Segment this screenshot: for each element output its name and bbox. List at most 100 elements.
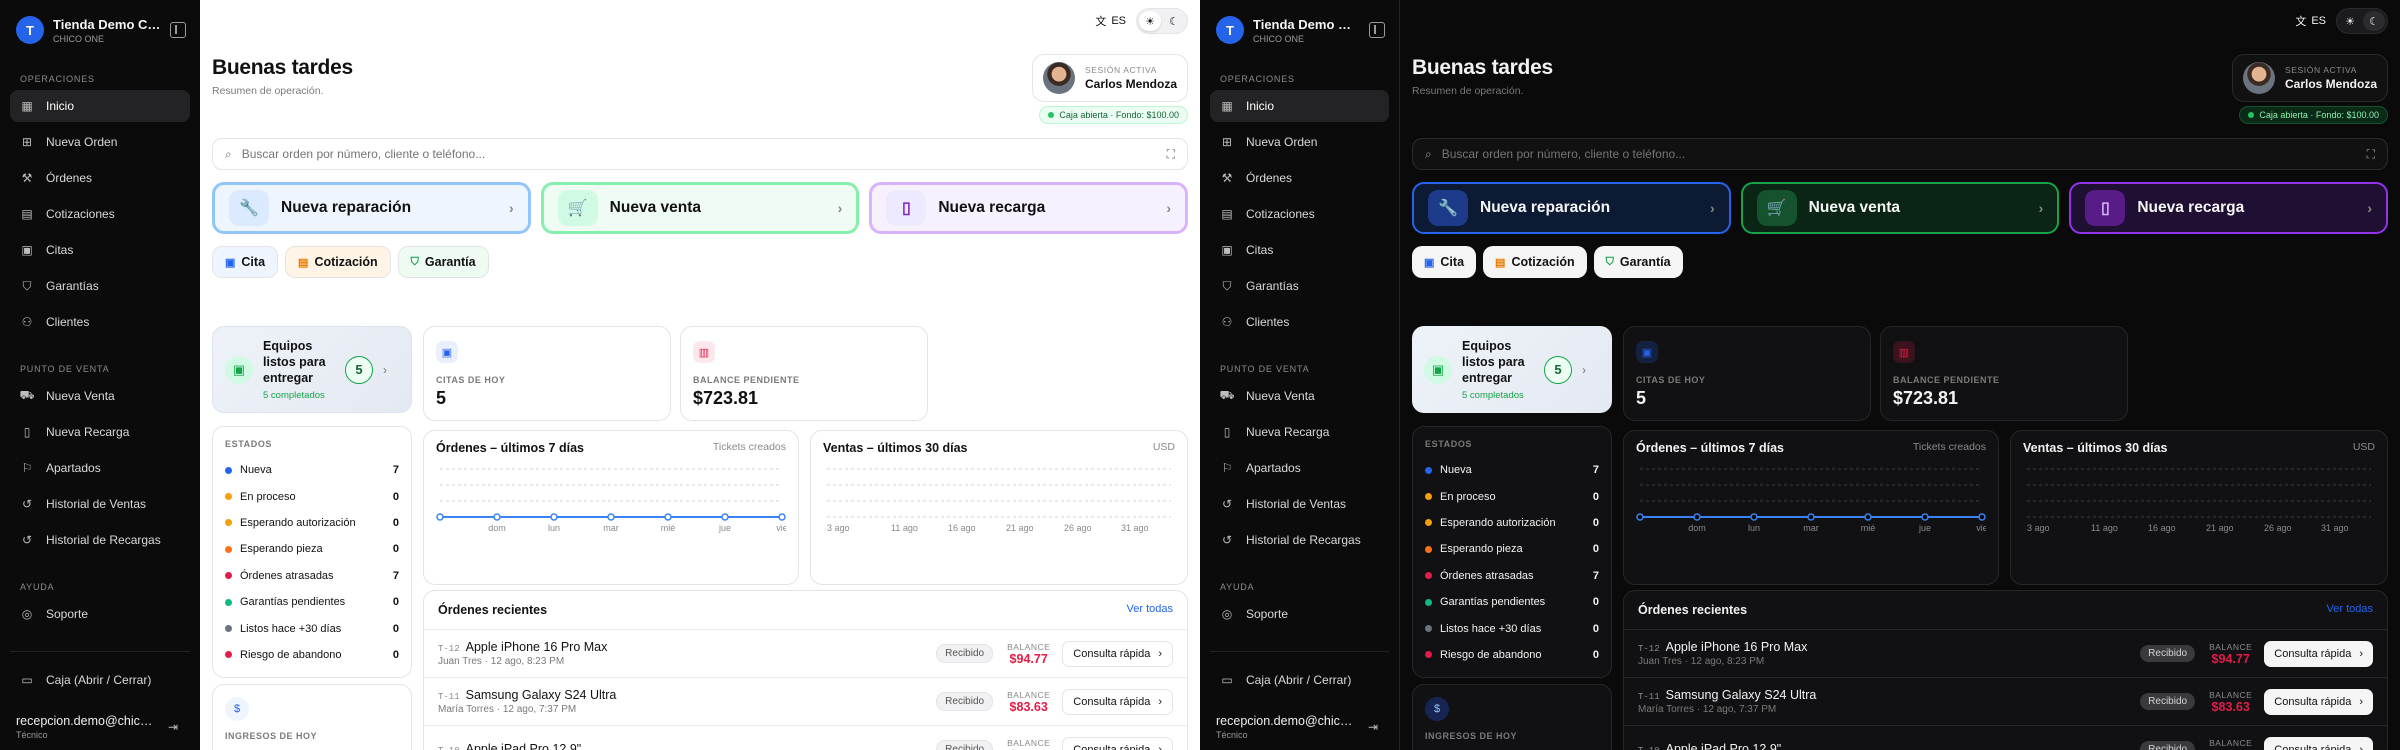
table-row[interactable]: T-11 Samsung Galaxy S24 Ultra María Torres… (1624, 677, 2387, 725)
sidebar-item-nueva-venta[interactable]: ⛟ Nueva Venta (10, 380, 190, 412)
garantia-button[interactable]: ⛉ Garantía (1593, 246, 1683, 278)
nueva-venta-button[interactable]: 🛒 Nueva venta › (1740, 182, 2060, 234)
quick-view-button[interactable]: Consulta rápida › (1062, 688, 1173, 715)
caja-button[interactable]: ▭ Caja (Abrir / Cerrar) (1216, 664, 1385, 696)
sidebar-item-historial-de-recargas[interactable]: ↺ Historial de Recargas (1210, 524, 1389, 556)
theme-toggle[interactable]: ☀ ☾ (1136, 8, 1188, 34)
ingresos-card[interactable]: $ INGRESOS DE HOY (1412, 684, 1612, 750)
quick-view-button[interactable]: Consulta rápida › (1062, 736, 1173, 750)
status-row-en-proceso[interactable]: En proceso 0 (1425, 483, 1599, 509)
cotizacion-button[interactable]: ▤ Cotización (1483, 246, 1587, 278)
sidebar-item-inicio[interactable]: ▦ Inicio (10, 90, 190, 122)
status-row-esperando-pieza[interactable]: Esperando pieza 0 (1425, 536, 1599, 562)
view-all-link[interactable]: Ver todas (1127, 603, 1173, 617)
sidebar-item-citas[interactable]: ▣ Citas (10, 234, 190, 266)
table-row[interactable]: T-10 Apple iPad Pro 12.9" Recibido BALANCE$… (424, 725, 1187, 750)
status-row-en-proceso[interactable]: En proceso 0 (225, 483, 399, 509)
nueva-recarga-button[interactable]: ▯ Nueva recarga › (2069, 182, 2389, 234)
moon-icon[interactable]: ☾ (1163, 11, 1185, 31)
scan-icon[interactable]: ⛶ (2367, 147, 2375, 162)
sidebar-item-nueva-orden[interactable]: ⊞ Nueva Orden (10, 126, 190, 158)
sidebar-item-inicio[interactable]: ▦ Inicio (1210, 90, 1389, 122)
table-row[interactable]: T-11 Samsung Galaxy S24 Ultra María Torres… (424, 677, 1187, 725)
quick-view-button[interactable]: Consulta rápida › (2264, 736, 2373, 750)
ingresos-card[interactable]: $ INGRESOS DE HOY (212, 684, 412, 750)
user-profile[interactable]: recepcion.demo@chicoone.com Técnico ⇥ (1216, 700, 1385, 740)
session-card[interactable]: SESIÓN ACTIVA Carlos Mendoza (1031, 54, 1188, 102)
garantia-button[interactable]: ⛉ Garantía (397, 246, 489, 278)
nueva-recarga-button[interactable]: ▯ Nueva recarga › (869, 182, 1189, 234)
sidebar-item-nueva-recarga[interactable]: ▯ Nueva Recarga (1210, 416, 1389, 448)
search-input[interactable] (1441, 147, 2357, 161)
nueva-venta-button[interactable]: 🛒 Nueva venta › (540, 182, 860, 234)
sidebar-item-soporte[interactable]: ◎ Soporte (1210, 598, 1389, 630)
theme-toggle[interactable]: ☀ ☾ (2336, 8, 2388, 34)
quick-view-button[interactable]: Consulta rápida › (2264, 688, 2373, 715)
language-switch[interactable]: 文 ES (2295, 13, 2326, 29)
kpi-citas-hoy[interactable]: ▣ CITAS DE HOY 5 (1623, 326, 1871, 421)
quick-view-button[interactable]: Consulta rápida › (2264, 640, 2373, 667)
ready-to-deliver-card[interactable]: ▣ Equipos listos para entregar 5 complet… (212, 326, 412, 413)
status-row-nueva[interactable]: Nueva 7 (1425, 457, 1599, 483)
status-row-nueva[interactable]: Nueva 7 (225, 457, 399, 483)
sun-icon[interactable]: ☀ (1139, 11, 1161, 31)
logout-icon[interactable]: ⇥ (1368, 720, 1378, 734)
sidebar-item-garantias[interactable]: ⛉ Garantías (1210, 270, 1389, 302)
sidebar-item-nueva-venta[interactable]: ⛟ Nueva Venta (1210, 380, 1389, 412)
sidebar-item-citas[interactable]: ▣ Citas (1210, 234, 1389, 266)
ready-to-deliver-card[interactable]: ▣ Equipos listos para entregar 5 complet… (1412, 326, 1612, 413)
sidebar-item-cotizaciones[interactable]: ▤ Cotizaciones (1210, 198, 1389, 230)
store-header[interactable]: T Tienda Demo Celulares CHICO ONE (1210, 16, 1389, 66)
nueva-reparacion-button[interactable]: 🔧 Nueva reparación › (212, 182, 531, 234)
logout-icon[interactable]: ⇥ (168, 720, 178, 734)
sidebar-item-apartados[interactable]: ⚐ Apartados (1210, 452, 1389, 484)
sidebar-item-clientes[interactable]: ⚇ Clientes (1210, 306, 1389, 338)
sidebar-item-historial-de-ventas[interactable]: ↺ Historial de Ventas (10, 488, 190, 520)
sidebar-item-nueva-orden[interactable]: ⊞ Nueva Orden (1210, 126, 1389, 158)
sun-icon[interactable]: ☀ (2339, 11, 2361, 31)
status-row-esperando-pieza[interactable]: Esperando pieza 0 (225, 536, 399, 562)
store-header[interactable]: T Tienda Demo Celulares CHICO ONE (10, 16, 190, 66)
sidebar-item-clientes[interactable]: ⚇ Clientes (10, 306, 190, 338)
table-row[interactable]: T-10 Apple iPad Pro 12.9" Recibido BALANCE$… (1624, 725, 2387, 750)
order-search[interactable]: ⌕ ⛶ (212, 138, 1188, 170)
sidebar-item-garantias[interactable]: ⛉ Garantías (10, 270, 190, 302)
moon-icon[interactable]: ☾ (2363, 11, 2385, 31)
cita-button[interactable]: ▣ Cita (212, 246, 279, 278)
sidebar-item-cotizaciones[interactable]: ▤ Cotizaciones (10, 198, 190, 230)
kpi-balance-pendiente[interactable]: ▥ BALANCE PENDIENTE $723.81 (680, 326, 928, 421)
user-profile[interactable]: recepcion.demo@chicoone.com Técnico ⇥ (16, 700, 186, 740)
status-row-listos-hace-30-dias[interactable]: Listos hace +30 días 0 (1425, 615, 1599, 641)
sidebar-item-historial-de-recargas[interactable]: ↺ Historial de Recargas (10, 524, 190, 556)
cotizacion-button[interactable]: ▤ Cotización (285, 246, 391, 278)
caja-button[interactable]: ▭ Caja (Abrir / Cerrar) (16, 664, 186, 696)
cita-button[interactable]: ▣ Cita (1412, 246, 1477, 278)
sidebar-item-soporte[interactable]: ◎ Soporte (10, 598, 190, 630)
sidebar-collapse-icon[interactable] (1369, 22, 1385, 38)
status-row-riesgo-de-abandono[interactable]: Riesgo de abandono 0 (1425, 642, 1599, 668)
sidebar-item-historial-de-ventas[interactable]: ↺ Historial de Ventas (1210, 488, 1389, 520)
status-row-garantias-pendientes[interactable]: Garantías pendientes 0 (225, 589, 399, 615)
session-card[interactable]: SESIÓN ACTIVA Carlos Mendoza (2231, 54, 2388, 102)
search-input[interactable] (241, 147, 1157, 161)
language-switch[interactable]: 文 ES (1095, 13, 1126, 29)
table-row[interactable]: T-12 Apple iPhone 16 Pro Max Juan Tres · 1… (1624, 629, 2387, 677)
kpi-citas-hoy[interactable]: ▣ CITAS DE HOY 5 (423, 326, 671, 421)
status-row-riesgo-de-abandono[interactable]: Riesgo de abandono 0 (225, 642, 399, 668)
table-row[interactable]: T-12 Apple iPhone 16 Pro Max Juan Tres · 1… (424, 629, 1187, 677)
sidebar-item-apartados[interactable]: ⚐ Apartados (10, 452, 190, 484)
quick-view-button[interactable]: Consulta rápida › (1062, 640, 1173, 667)
sidebar-collapse-icon[interactable] (170, 22, 186, 38)
order-search[interactable]: ⌕ ⛶ (1412, 138, 2388, 170)
scan-icon[interactable]: ⛶ (1167, 147, 1175, 162)
status-row-garantias-pendientes[interactable]: Garantías pendientes 0 (1425, 589, 1599, 615)
sidebar-item-ordenes[interactable]: ⚒ Órdenes (10, 162, 190, 194)
status-row-listos-hace-30-dias[interactable]: Listos hace +30 días 0 (225, 615, 399, 641)
status-row-esperando-autorizacion[interactable]: Esperando autorización 0 (225, 510, 399, 536)
sidebar-item-ordenes[interactable]: ⚒ Órdenes (1210, 162, 1389, 194)
sidebar-item-nueva-recarga[interactable]: ▯ Nueva Recarga (10, 416, 190, 448)
status-row-ordenes-atrasadas[interactable]: Órdenes atrasadas 7 (225, 563, 399, 589)
status-row-esperando-autorizacion[interactable]: Esperando autorización 0 (1425, 510, 1599, 536)
view-all-link[interactable]: Ver todas (2327, 603, 2373, 617)
status-row-ordenes-atrasadas[interactable]: Órdenes atrasadas 7 (1425, 563, 1599, 589)
